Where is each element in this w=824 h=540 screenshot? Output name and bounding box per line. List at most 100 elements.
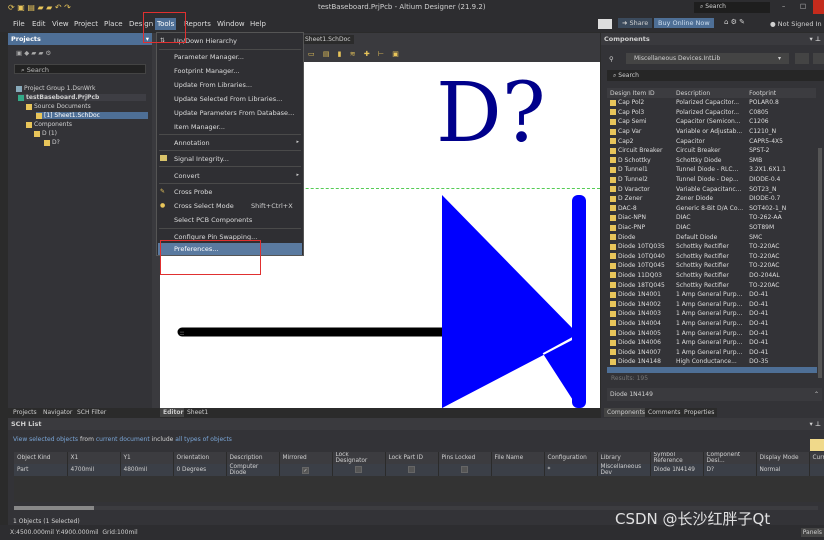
column-description[interactable]: Description — [673, 88, 747, 98]
menu-item-cross-select-mode[interactable]: Cross Select Mode — [174, 202, 234, 210]
cell[interactable]: ✓ — [279, 464, 333, 476]
menu-item-item-manager[interactable]: Item Manager... — [174, 123, 225, 131]
component-row[interactable]: Diode 18TQ045 Schottky Rectifier TO-220AC — [607, 280, 816, 290]
projects-toolbar[interactable]: ▣ ◆ ▰ ▰ ⚙ — [8, 45, 152, 61]
column-header[interactable]: File Name — [491, 452, 545, 464]
active-bar-toolbar[interactable]: ▭ ▤ ▮ ≋ ✚ ⊢ ▣ — [308, 50, 402, 58]
tab-projects[interactable]: Projects — [10, 408, 40, 417]
component-row[interactable]: Diode 10TQ045 Schottky Rectifier TO-220AC — [607, 261, 816, 271]
column-header[interactable]: Symbol Reference — [650, 452, 704, 464]
tree-item-d[interactable]: D (1) — [34, 130, 57, 137]
column-header[interactable]: Orientation — [173, 452, 227, 464]
component-row[interactable]: Diac-PNP DIAC SOT89M — [607, 223, 816, 233]
component-row[interactable]: Diac-NPN DIAC TO-262-AA — [607, 213, 816, 223]
menu-item-annotation[interactable]: Annotation — [174, 139, 210, 147]
component-row[interactable]: Diode 1N4007 1 Amp General Purp... DO-41 — [607, 347, 816, 357]
menu-item-parameter-manager[interactable]: Parameter Manager... — [174, 53, 244, 61]
components-search-input[interactable]: ⌕ Search — [607, 70, 824, 81]
column-header[interactable]: Configuration — [544, 452, 598, 464]
tab-editor[interactable]: Editor — [160, 408, 187, 417]
component-row[interactable]: D Varactor Variable Capacitanc... SOT23_N — [607, 184, 816, 194]
menu-item-update-parameters-db[interactable]: Update Parameters From Database... — [174, 109, 294, 117]
column-header[interactable]: Description — [226, 452, 280, 464]
menu-item-update-selected[interactable]: Update Selected From Libraries... — [174, 95, 282, 103]
doc-tab-sheet1[interactable]: Sheet1.SchDoc — [302, 35, 354, 44]
panels-button[interactable]: Panels — [800, 528, 824, 537]
component-row[interactable]: Cap2 Capacitor CAPR5-4X5 — [607, 136, 816, 146]
tree-item-source-documents[interactable]: Source Documents — [26, 103, 91, 110]
column-header[interactable]: Lock Designator — [332, 452, 386, 464]
selected-component-bar[interactable]: Diode 1N4149 ⌃ — [607, 388, 822, 401]
filter-view-link[interactable]: View — [13, 436, 27, 443]
library-options-button[interactable] — [795, 53, 809, 64]
collapse-icon[interactable]: ⌃ — [814, 391, 819, 398]
menu-window[interactable]: Window — [217, 20, 245, 28]
column-header[interactable]: X1 — [67, 452, 121, 464]
tab-sheet1[interactable]: Sheet1 — [184, 408, 212, 417]
tab-components[interactable]: Components — [604, 408, 648, 417]
component-row[interactable]: Cap Var Variable or Adjustab... C1210_N — [607, 127, 816, 137]
checkbox[interactable]: ✓ — [302, 466, 309, 474]
filter-document-link[interactable]: current document — [96, 436, 150, 443]
scrollbar-thumb[interactable] — [14, 506, 94, 510]
cell[interactable] — [385, 464, 439, 476]
tree-item-project-group[interactable]: Project Group 1.DsnWrk — [16, 85, 96, 92]
column-header[interactable]: Pins Locked — [438, 452, 492, 464]
edit-button[interactable] — [810, 439, 824, 451]
component-row[interactable]: D Schottky Schottky Diode SMB — [607, 156, 816, 166]
view-toggle-button[interactable] — [813, 53, 824, 64]
share-button[interactable]: ➜ Share — [618, 18, 653, 28]
checkbox[interactable] — [408, 465, 415, 473]
component-row[interactable]: Diode 1N4148 High Conductance... DO-35 — [607, 357, 816, 367]
menu-item-select-pcb-components[interactable]: Select PCB Components — [174, 216, 252, 224]
component-row[interactable]: Diode 1N4002 1 Amp General Purp... DO-41 — [607, 299, 816, 309]
component-row[interactable]: Cap Pol3 Polarized Capacitor... C0805 — [607, 108, 816, 118]
component-row[interactable]: Diode 1N4001 1 Amp General Purp... DO-41 — [607, 290, 816, 300]
menu-place[interactable]: Place — [104, 20, 123, 28]
tab-comments[interactable]: Comments — [645, 408, 684, 417]
library-dropdown[interactable]: Miscellaneous Devices.IntLib ▾ — [626, 53, 789, 64]
tree-item-sheet1[interactable]: [1] Sheet1.SchDoc — [36, 112, 148, 119]
menu-item-cross-probe[interactable]: Cross Probe — [174, 188, 212, 196]
app-toolbar-icons[interactable]: ⟳ ▣ ▤ ▰ ▰ ↶ ↷ — [8, 3, 71, 12]
global-search[interactable]: ⌕ Search — [694, 2, 770, 13]
tab-sch-filter[interactable]: SCH Filter — [74, 408, 110, 417]
component-row[interactable]: Diode 1N4005 1 Amp General Purp... DO-41 — [607, 328, 816, 338]
cell[interactable] — [438, 464, 492, 476]
column-footprint[interactable]: Footprint — [746, 88, 817, 98]
component-row[interactable]: Diode 1N4004 1 Amp General Purp... DO-41 — [607, 319, 816, 329]
menu-item-signal-integrity[interactable]: Signal Integrity... — [174, 155, 229, 163]
column-header[interactable]: Object Kind — [14, 452, 68, 464]
minimize-button[interactable]: – — [782, 2, 785, 10]
home-gear-icons[interactable]: ⌂ ⚙ ✎ — [724, 18, 745, 26]
component-row[interactable]: Diode 1N4006 1 Amp General Purp... DO-41 — [607, 338, 816, 348]
close-button[interactable] — [813, 0, 824, 14]
checkbox[interactable] — [461, 465, 468, 473]
column-header[interactable]: Display Mode — [756, 452, 810, 464]
component-row[interactable]: D Zener Zener Diode DIODE-0.7 — [607, 194, 816, 204]
column-header[interactable]: Component Desi... — [703, 452, 757, 464]
component-row[interactable]: Diode 1N4003 1 Amp General Purp... DO-41 — [607, 309, 816, 319]
column-header[interactable]: Library — [597, 452, 651, 464]
component-row[interactable]: Cap Pol2 Polarized Capacitor... POLAR0.8 — [607, 98, 816, 108]
pin-icon[interactable]: ▾ ⊥ — [810, 35, 821, 43]
menu-edit[interactable]: Edit — [32, 20, 46, 28]
menu-view[interactable]: View — [52, 20, 69, 28]
menu-project[interactable]: Project — [74, 20, 98, 28]
menu-item-update-from-libraries[interactable]: Update From Libraries... — [174, 81, 252, 89]
component-row[interactable]: DAC-8 Generic 8-Bit D/A Co... SOT402-1_N — [607, 204, 816, 214]
scrollbar[interactable] — [818, 148, 822, 378]
maximize-button[interactable]: □ — [800, 2, 806, 10]
column-header[interactable]: Y1 — [120, 452, 174, 464]
component-row[interactable]: Diode Default Diode SMC — [607, 232, 816, 242]
tree-item-project[interactable]: testBaseboard.PrjPcb — [18, 94, 146, 101]
component-row[interactable]: Circuit Breaker Circuit Breaker SPST-2 — [607, 146, 816, 156]
menu-reports[interactable]: Reports — [184, 20, 211, 28]
selected-row-partial[interactable] — [607, 366, 817, 373]
filter-types-link[interactable]: all types of objects — [175, 436, 232, 443]
menu-item-footprint-manager[interactable]: Footprint Manager... — [174, 67, 239, 75]
menu-item-convert[interactable]: Convert — [174, 172, 200, 180]
menu-help[interactable]: Help — [250, 20, 266, 28]
component-row[interactable]: Diode 10TQ040 Schottky Rectifier TO-220AC — [607, 252, 816, 262]
tree-item-d-designator[interactable]: D? — [44, 139, 60, 146]
